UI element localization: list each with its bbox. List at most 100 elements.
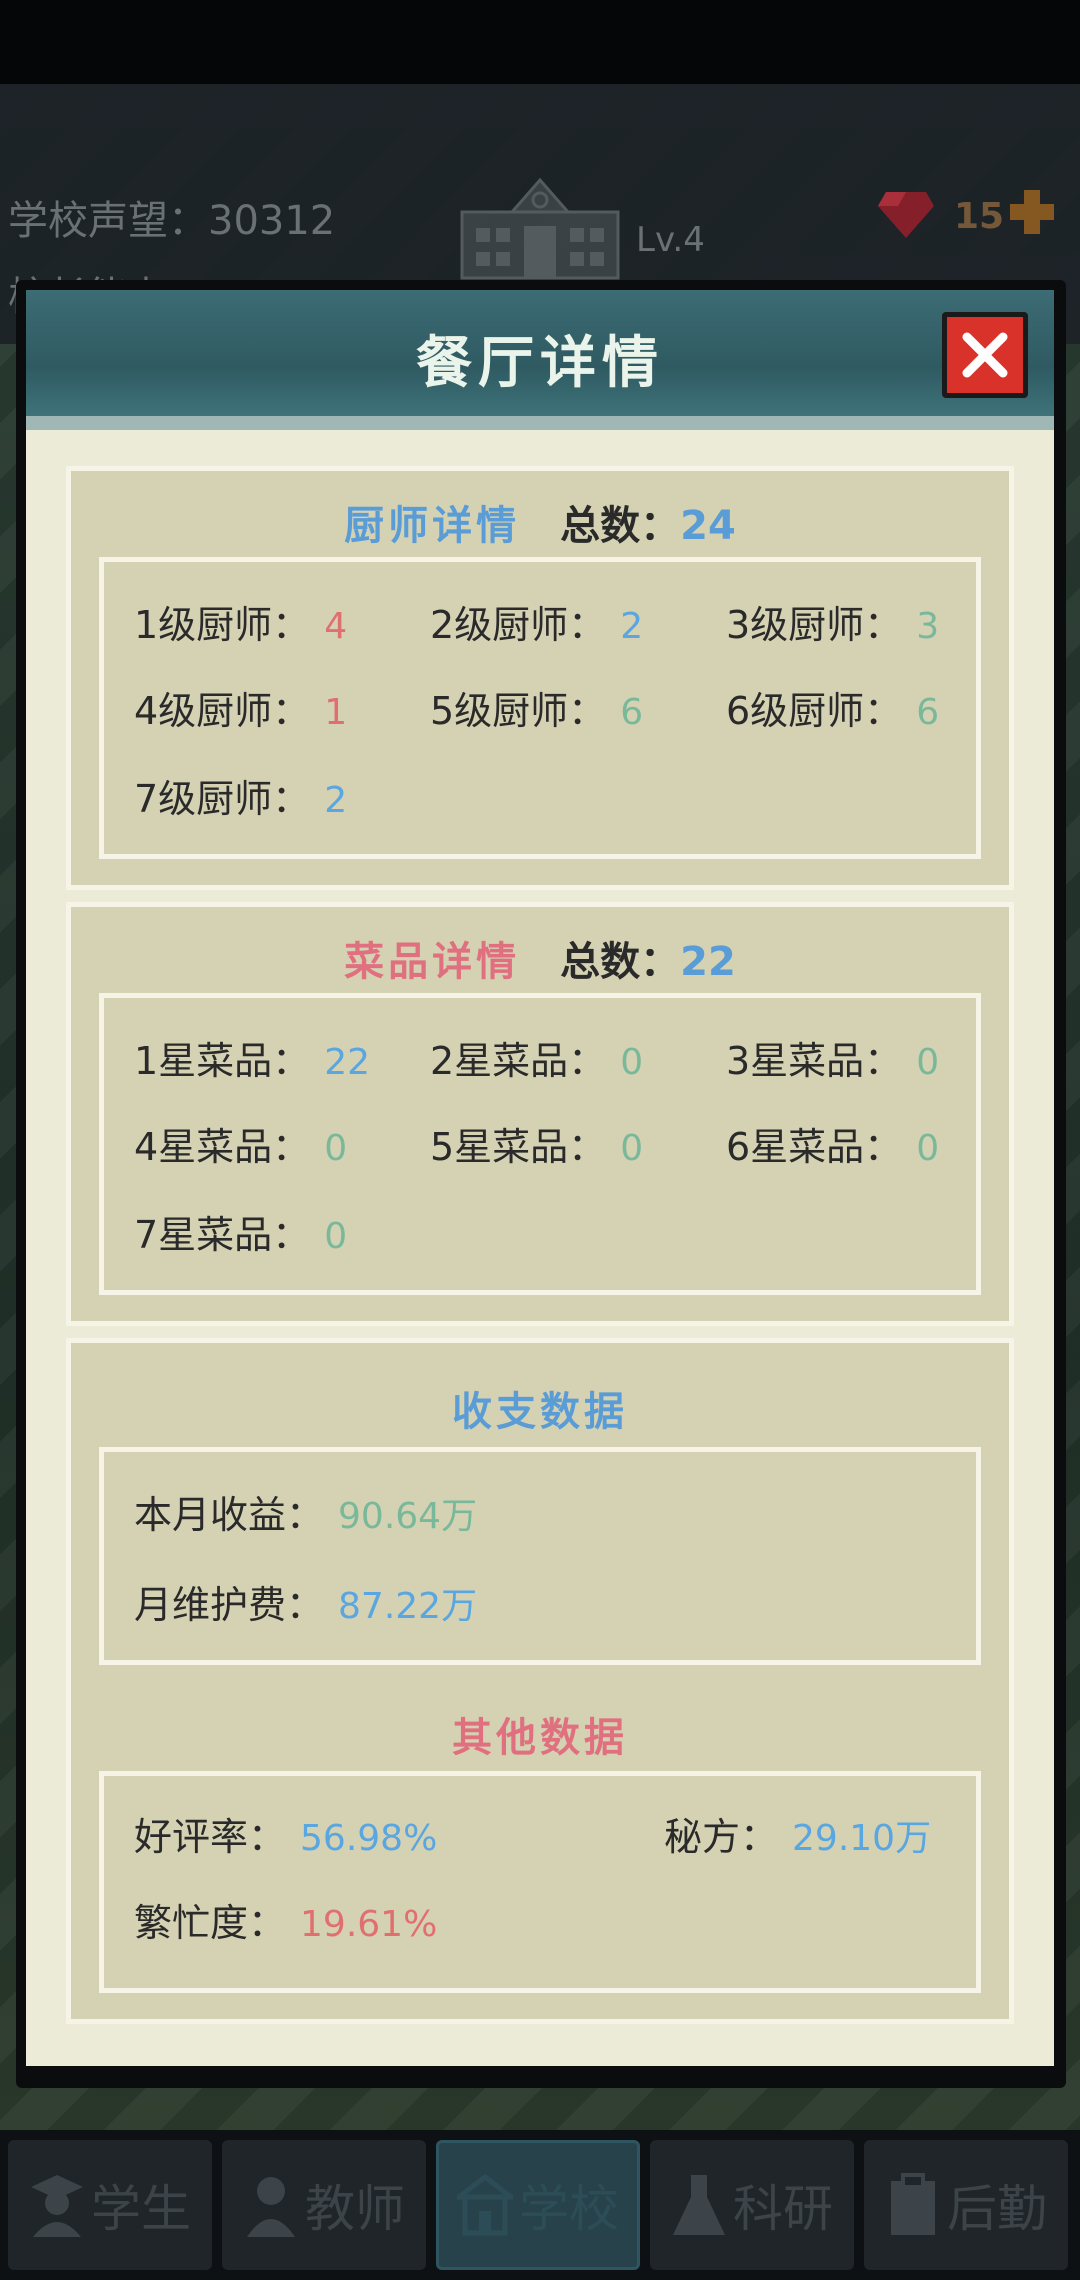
monthly-income-label: 本月收益： xyxy=(134,1493,325,1537)
dish-star-label: 7星菜品： xyxy=(134,1213,311,1257)
school-building-icon[interactable] xyxy=(452,172,628,280)
chef-level-label: 7级厨师： xyxy=(134,777,311,821)
monthly-income: 本月收益： 90.64万 xyxy=(134,1484,477,1539)
chef-level-value: 6 xyxy=(916,692,940,733)
positive-rating-value: 56.98% xyxy=(300,1818,438,1859)
monthly-income-value: 90.64万 xyxy=(338,1496,478,1537)
nav-logistics[interactable]: 后勤 xyxy=(864,2140,1068,2270)
nav-research[interactable]: 科研 xyxy=(650,2140,854,2270)
secret-recipe-label: 秘方： xyxy=(664,1815,779,1859)
chef-level-value: 2 xyxy=(324,780,348,821)
monthly-maintenance-label: 月维护费： xyxy=(134,1583,325,1627)
busyness-value: 19.61% xyxy=(300,1904,438,1945)
chef-level-4: 4级厨师： 1 xyxy=(134,680,347,735)
dish-section-title: 菜品详情 xyxy=(344,939,521,985)
dish-star-value: 0 xyxy=(620,1042,644,1083)
nav-logistics-label: 后勤 xyxy=(947,2180,1047,2238)
nav-teachers-label: 教师 xyxy=(305,2180,405,2238)
chef-level-value: 6 xyxy=(620,692,644,733)
secret-recipe-value: 29.10万 xyxy=(792,1818,932,1859)
dish-star-4: 4星菜品： 0 xyxy=(134,1116,347,1171)
close-button[interactable] xyxy=(942,312,1028,398)
statistics-section: 收支数据 本月收益： 90.64万 月维护费： 87.22万 其他数据 好评率： 56… xyxy=(66,1338,1014,2024)
chef-level-label: 3级厨师： xyxy=(726,603,903,647)
dish-star-value: 0 xyxy=(324,1216,348,1257)
nav-students[interactable]: 学生 xyxy=(8,2140,212,2270)
chef-level-value: 1 xyxy=(324,692,348,733)
dish-star-value: 0 xyxy=(916,1128,940,1169)
chef-level-6: 6级厨师： 6 xyxy=(726,680,939,735)
school-icon xyxy=(457,2173,513,2236)
dish-star-label: 6星菜品： xyxy=(726,1125,903,1169)
secret-recipe: 秘方： 29.10万 xyxy=(664,1806,931,1861)
other-box: 好评率： 56.98% 秘方： 29.10万 繁忙度： 19.61% xyxy=(99,1771,981,1993)
school-reputation: 学校声望：30312 xyxy=(8,198,336,244)
chef-level-label: 4级厨师： xyxy=(134,689,311,733)
positive-rating: 好评率： 56.98% xyxy=(134,1806,437,1861)
flask-icon xyxy=(673,2175,725,2235)
busyness: 繁忙度： 19.61% xyxy=(134,1892,437,1947)
chef-level-label: 2级厨师： xyxy=(430,603,607,647)
chef-level-label: 5级厨师： xyxy=(430,689,607,733)
status-bar xyxy=(0,0,1080,84)
chef-section-title: 厨师详情 xyxy=(344,503,521,549)
chef-level-5: 5级厨师： 6 xyxy=(430,680,643,735)
dish-star-label: 2星菜品： xyxy=(430,1039,607,1083)
finance-section-title: 收支数据 xyxy=(452,1389,628,1435)
dish-star-3: 3星菜品： 0 xyxy=(726,1030,939,1085)
dish-star-6: 6星菜品： 0 xyxy=(726,1116,939,1171)
finance-section-header: 收支数据 xyxy=(71,1379,1009,1437)
chef-level-value: 4 xyxy=(324,606,348,647)
student-icon xyxy=(31,2175,83,2237)
dish-star-label: 1星菜品： xyxy=(134,1039,311,1083)
dish-star-value: 0 xyxy=(620,1128,644,1169)
monthly-maintenance: 月维护费： 87.22万 xyxy=(134,1574,477,1629)
other-section-header: 其他数据 xyxy=(71,1705,1009,1763)
busyness-label: 繁忙度： xyxy=(134,1901,287,1945)
dish-star-7: 7星菜品： 0 xyxy=(134,1204,347,1259)
dish-star-value: 22 xyxy=(324,1042,370,1083)
nav-students-label: 学生 xyxy=(91,2180,191,2238)
chef-level-2: 2级厨师： 2 xyxy=(430,594,643,649)
nav-school-label: 学校 xyxy=(519,2180,619,2238)
dish-star-value: 0 xyxy=(916,1042,940,1083)
dish-star-2: 2星菜品： 0 xyxy=(430,1030,643,1085)
dish-star-value: 0 xyxy=(324,1128,348,1169)
dish-section-header: 菜品详情 总数：22 xyxy=(71,929,1009,987)
positive-rating-label: 好评率： xyxy=(134,1815,287,1859)
chef-level-3: 3级厨师： 3 xyxy=(726,594,939,649)
chef-level-1: 1级厨师： 4 xyxy=(134,594,347,649)
finance-box: 本月收益： 90.64万 月维护费： 87.22万 xyxy=(99,1447,981,1665)
dish-star-label: 3星菜品： xyxy=(726,1039,903,1083)
chef-level-7: 7级厨师： 2 xyxy=(134,768,347,823)
teacher-icon xyxy=(247,2177,295,2237)
monthly-maintenance-value: 87.22万 xyxy=(338,1586,478,1627)
chef-section-header: 厨师详情 总数：24 xyxy=(71,493,1009,551)
modal-title: 餐厅详情 xyxy=(416,331,664,396)
clipboard-icon xyxy=(891,2173,935,2235)
chef-level-label: 6级厨师： xyxy=(726,689,903,733)
dish-total-value: 22 xyxy=(680,939,736,985)
school-level: Lv.4 xyxy=(636,220,705,260)
dish-total-label: 总数： xyxy=(560,939,681,985)
nav-school[interactable]: 学校 xyxy=(436,2140,640,2270)
dish-grid: 1星菜品： 22 2星菜品： 0 3星菜品： 0 4星菜品： 0 5星菜品： 0 6星菜品… xyxy=(99,993,981,1295)
dish-details-section: 菜品详情 总数：22 1星菜品： 22 2星菜品： 0 3星菜品： 0 4星菜品： 0 5… xyxy=(66,902,1014,1326)
chef-details-section: 厨师详情 总数：24 1级厨师： 4 2级厨师： 2 3级厨师： 3 4级厨师： 1 5级… xyxy=(66,466,1014,890)
add-gems-icon[interactable] xyxy=(1006,186,1058,238)
dish-star-label: 5星菜品： xyxy=(430,1125,607,1169)
gem-icon xyxy=(878,192,934,238)
nav-teachers[interactable]: 教师 xyxy=(222,2140,426,2270)
gem-count: 15 xyxy=(954,196,1005,237)
chef-total-value: 24 xyxy=(680,503,736,549)
close-icon xyxy=(962,332,1008,378)
other-section-title: 其他数据 xyxy=(452,1715,628,1761)
chef-grid: 1级厨师： 4 2级厨师： 2 3级厨师： 3 4级厨师： 1 5级厨师： 6 6级厨师：… xyxy=(99,557,981,859)
chef-level-value: 2 xyxy=(620,606,644,647)
chef-total-label: 总数： xyxy=(560,503,681,549)
chef-level-value: 3 xyxy=(916,606,940,647)
dish-star-1: 1星菜品： 22 xyxy=(134,1030,370,1085)
restaurant-details-modal: 餐厅详情 厨师详情 总数：24 1级厨师： 4 2级厨师： 2 3级厨师： 3 4级厨师… xyxy=(26,290,1054,2066)
modal-header: 餐厅详情 xyxy=(26,290,1054,430)
nav-research-label: 科研 xyxy=(733,2180,833,2238)
